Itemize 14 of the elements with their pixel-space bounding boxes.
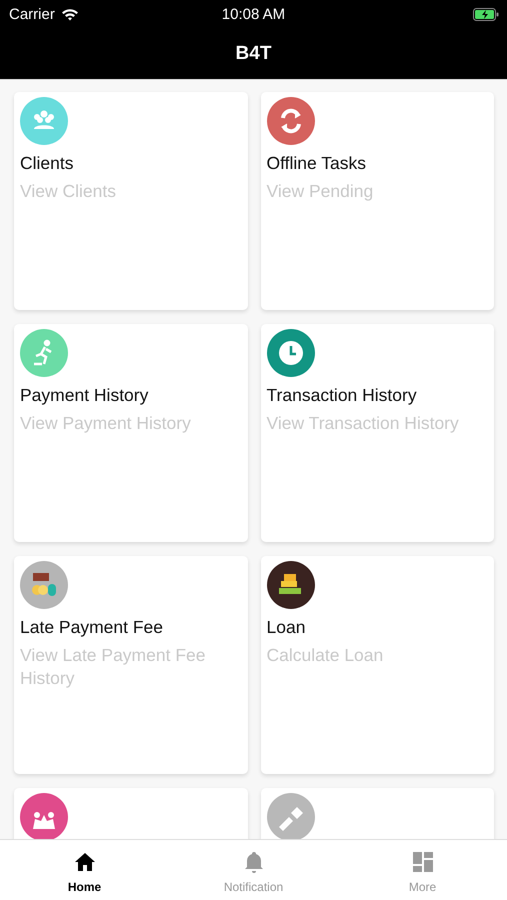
- wifi-icon: [60, 8, 79, 20]
- card-title: Loan: [266, 616, 306, 639]
- card-title: Late Payment Fee: [20, 616, 163, 639]
- home-icon: [72, 850, 96, 874]
- nav-title: B4T: [236, 42, 272, 64]
- card-title: Clients: [20, 152, 74, 175]
- status-time: 10:08 AM: [222, 6, 286, 22]
- tab-item[interactable]: Home: [0, 840, 169, 900]
- dashboard-icon: [410, 850, 434, 874]
- carrier-name: Carrier: [9, 6, 55, 22]
- card-title: Payment History: [20, 384, 148, 407]
- card-title: Offline Tasks: [266, 152, 366, 175]
- card-title: Transaction History: [266, 384, 417, 407]
- battery-charging-icon: [473, 8, 499, 20]
